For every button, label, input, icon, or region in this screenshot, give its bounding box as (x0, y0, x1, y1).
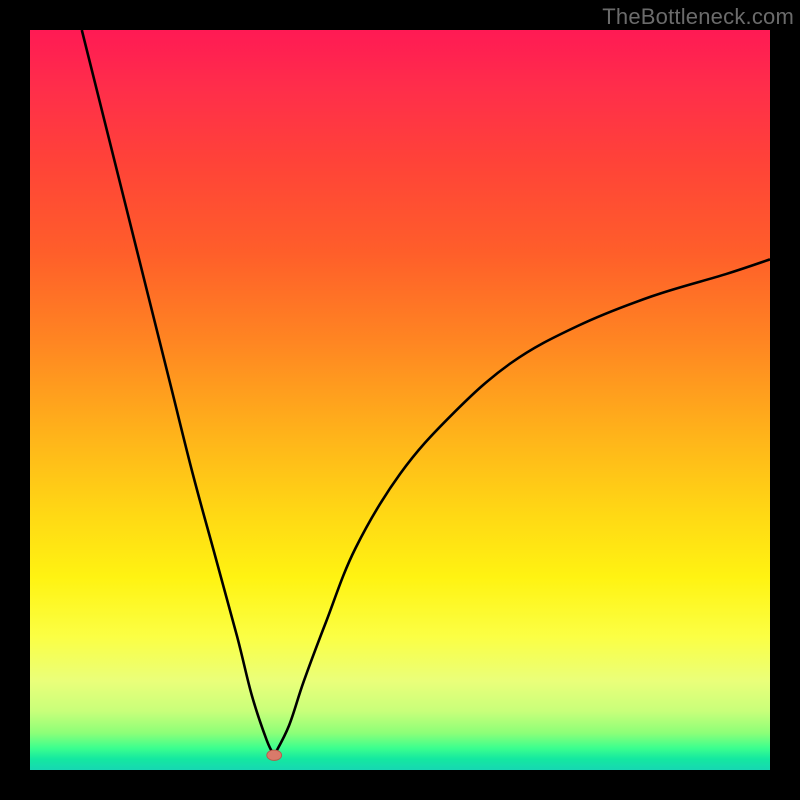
chart-frame: TheBottleneck.com (0, 0, 800, 800)
curve-left-branch (82, 30, 274, 755)
watermark-text: TheBottleneck.com (602, 4, 794, 30)
minimum-marker (267, 750, 282, 760)
chart-plot-area (30, 30, 770, 770)
curve-right-branch (274, 259, 770, 755)
chart-svg (30, 30, 770, 770)
